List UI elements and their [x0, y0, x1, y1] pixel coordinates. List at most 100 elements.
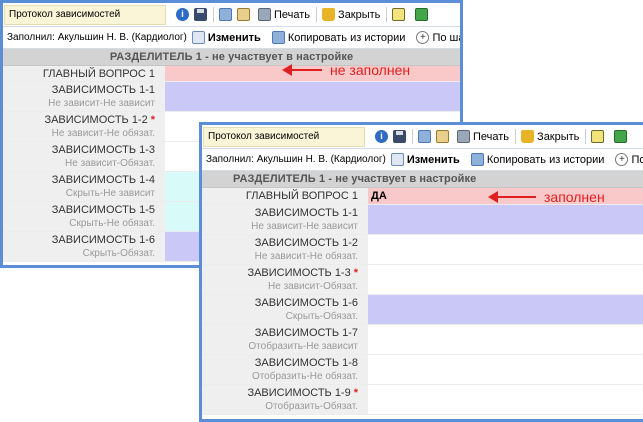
- edit-button[interactable]: Изменить: [191, 31, 261, 44]
- toolbar-separator: [412, 129, 413, 144]
- dependency-rule: Отобразить-Обязат.: [265, 401, 358, 412]
- printer-icon: [258, 8, 271, 21]
- dependency-row[interactable]: ЗАВИСИМОСТЬ 1-1 Не зависит-Не зависит: [3, 82, 460, 112]
- edit-label: Изменить: [207, 31, 261, 44]
- dependency-label: ЗАВИСИМОСТЬ 1-6 Скрыть-Обязат.: [202, 295, 368, 324]
- dependency-value[interactable]: [368, 325, 643, 354]
- by-template-button[interactable]: +По шаблону: [416, 31, 460, 44]
- copy-button[interactable]: [219, 8, 232, 21]
- required-marker: *: [353, 267, 358, 279]
- edit-button[interactable]: Изменить: [390, 153, 460, 166]
- dependency-rule: Скрыть-Обязат.: [285, 311, 358, 322]
- protocol-window-filled: Протокол зависимостей i Печать Закрыть З…: [199, 122, 643, 422]
- toolbar-separator: [316, 7, 318, 22]
- dependency-label: ЗАВИСИМОСТЬ 1-6 Скрыть-Обязат.: [3, 232, 165, 261]
- dependency-value[interactable]: [368, 235, 643, 264]
- copy-icon: [219, 8, 232, 21]
- dependency-title: ЗАВИСИМОСТЬ 1-2: [254, 237, 358, 249]
- dependency-value[interactable]: [165, 82, 460, 111]
- print-label: Печать: [274, 8, 311, 21]
- dependency-value[interactable]: [368, 265, 643, 294]
- dependency-rule: Отобразить-Не обязат.: [251, 371, 358, 382]
- dependency-title: ЗАВИСИМОСТЬ 1-6: [254, 297, 358, 309]
- exit-button[interactable]: [614, 130, 628, 143]
- dependency-value[interactable]: [368, 385, 643, 414]
- dependency-title-text: ЗАВИСИМОСТЬ 1-2: [44, 114, 148, 126]
- exit-icon: [614, 130, 628, 143]
- copy-history-icon: [271, 31, 285, 44]
- info-icon: i: [176, 8, 189, 21]
- dependency-label: ЗАВИСИМОСТЬ 1-8 Отобразить-Не обязат.: [202, 355, 368, 384]
- dependency-title: ЗАВИСИМОСТЬ 1-1: [254, 207, 358, 219]
- protocol-title-field[interactable]: Протокол зависимостей: [203, 126, 365, 147]
- notepad-button[interactable]: [591, 130, 605, 143]
- dependency-title: ЗАВИСИМОСТЬ 1-3 *: [202, 267, 358, 280]
- dependency-row[interactable]: ЗАВИСИМОСТЬ 1-7 Отобразить-Не зависит: [202, 325, 643, 355]
- filled-by-label: Заполнил: Акульшин Н. В. (Кардиолог): [206, 154, 386, 165]
- edit-icon: [390, 153, 404, 166]
- notepad-icon: [591, 130, 605, 143]
- paste-icon: [237, 8, 250, 21]
- dependency-row[interactable]: ЗАВИСИМОСТЬ 1-3 * Не зависит-Обязат.: [202, 265, 643, 295]
- print-label: Печать: [473, 130, 510, 143]
- close-label: Закрыть: [537, 130, 580, 143]
- copy-button[interactable]: [418, 130, 431, 143]
- toolbar-separator: [386, 7, 388, 22]
- dependency-label: ЗАВИСИМОСТЬ 1-3 Не зависит-Обязат.: [3, 142, 165, 171]
- toolbar: Протокол зависимостей i Печать Закрыть: [3, 3, 460, 27]
- dependency-title: ЗАВИСИМОСТЬ 1-3: [51, 144, 155, 156]
- close-button[interactable]: Закрыть: [521, 130, 579, 143]
- copy-history-button[interactable]: Копировать из истории: [271, 31, 405, 44]
- edit-label: Изменить: [406, 153, 460, 166]
- dependency-rule: Не зависит-Обязат.: [65, 158, 155, 169]
- annotation-text: заполнен: [544, 189, 605, 205]
- paste-button[interactable]: [436, 130, 449, 143]
- exit-icon: [415, 8, 429, 21]
- by-template-label: По шаблону: [631, 153, 643, 166]
- save-button[interactable]: [393, 130, 406, 143]
- dependency-rule: Скрыть-Обязат.: [82, 248, 155, 259]
- dependency-value[interactable]: [368, 205, 643, 234]
- print-button[interactable]: Печать: [258, 8, 310, 21]
- dependency-row[interactable]: ЗАВИСИМОСТЬ 1-1 Не зависит-Не зависит: [202, 205, 643, 235]
- save-icon: [393, 130, 406, 143]
- required-marker: *: [353, 387, 358, 399]
- protocol-title-field[interactable]: Протокол зависимостей: [4, 4, 166, 25]
- close-button[interactable]: Закрыть: [322, 8, 380, 21]
- notepad-button[interactable]: [392, 8, 406, 21]
- info-button[interactable]: i: [375, 130, 388, 143]
- dependency-label: ЗАВИСИМОСТЬ 1-9 * Отобразить-Обязат.: [202, 385, 368, 414]
- red-arrow-icon: [488, 191, 536, 203]
- annotation-filled: заполнен: [488, 189, 605, 205]
- copy-history-label: Копировать из истории: [486, 153, 605, 166]
- dependency-row[interactable]: ЗАВИСИМОСТЬ 1-9 * Отобразить-Обязат.: [202, 385, 643, 415]
- dependency-rule: Не зависит-Не обязат.: [51, 128, 155, 139]
- dependency-title: ЗАВИСИМОСТЬ 1-2 *: [3, 114, 155, 127]
- required-marker: *: [150, 114, 155, 126]
- dependency-title: ЗАВИСИМОСТЬ 1-4: [51, 174, 155, 186]
- dependency-rule: Не зависит-Не обязат.: [254, 251, 358, 262]
- dependency-label: ЗАВИСИМОСТЬ 1-3 * Не зависит-Обязат.: [202, 265, 368, 294]
- copy-history-icon: [470, 153, 484, 166]
- by-template-button[interactable]: +По шаблону: [615, 153, 643, 166]
- toolbar: Протокол зависимостей i Печать Закрыть: [202, 125, 643, 149]
- dependency-rule: Не зависит-Не зависит: [48, 98, 155, 109]
- dependency-row[interactable]: ЗАВИСИМОСТЬ 1-2 Не зависит-Не обязат.: [202, 235, 643, 265]
- info-button[interactable]: i: [176, 8, 189, 21]
- dependency-row[interactable]: ЗАВИСИМОСТЬ 1-8 Отобразить-Не обязат.: [202, 355, 643, 385]
- add-template-icon: +: [615, 153, 629, 166]
- toolbar-separator: [585, 129, 587, 144]
- dependency-row[interactable]: ЗАВИСИМОСТЬ 1-6 Скрыть-Обязат.: [202, 295, 643, 325]
- sub-toolbar: Заполнил: Акульшин Н. В. (Кардиолог) Изм…: [3, 27, 460, 49]
- exit-button[interactable]: [415, 8, 429, 21]
- answer-value: ДА: [371, 190, 387, 202]
- dependency-value[interactable]: [368, 355, 643, 384]
- dependency-title: ЗАВИСИМОСТЬ 1-6: [51, 234, 155, 246]
- dependency-value[interactable]: [368, 295, 643, 324]
- add-template-icon: +: [416, 31, 430, 44]
- dependency-label: ЗАВИСИМОСТЬ 1-7 Отобразить-Не зависит: [202, 325, 368, 354]
- copy-history-button[interactable]: Копировать из истории: [470, 153, 605, 166]
- save-button[interactable]: [194, 8, 207, 21]
- print-button[interactable]: Печать: [457, 130, 509, 143]
- paste-button[interactable]: [237, 8, 250, 21]
